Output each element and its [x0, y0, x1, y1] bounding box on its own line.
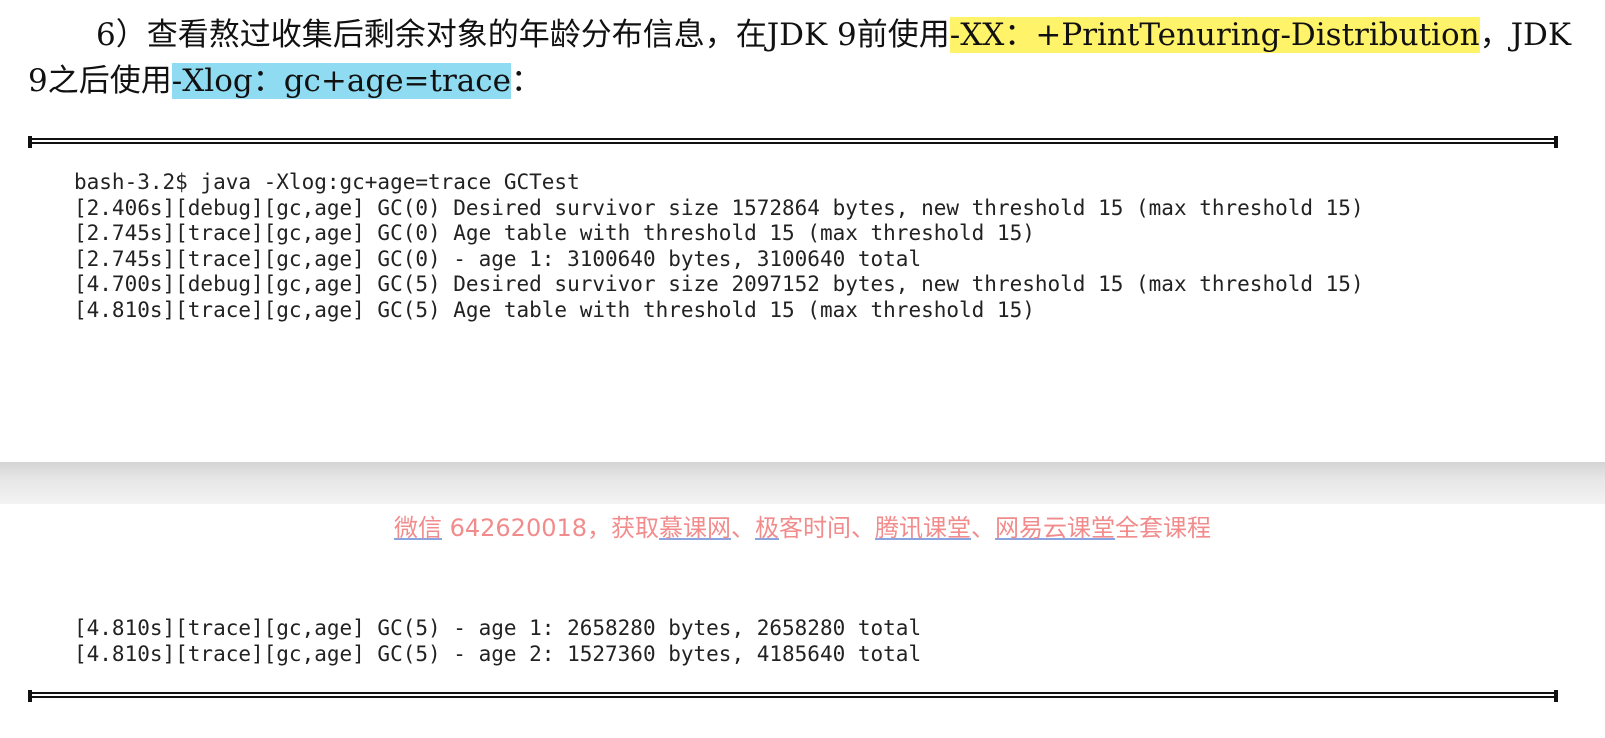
watermark-part: 、	[971, 514, 996, 542]
watermark-part: 642620018，获取	[441, 514, 660, 542]
watermark-part: 、	[731, 514, 756, 542]
code-block-1: bash-3.2$ java -Xlog:gc+age=trace GCTest…	[74, 170, 1364, 323]
watermark-part: 网易云课堂	[995, 514, 1116, 542]
code-line: [4.810s][trace][gc,age] GC(5) - age 2: 1…	[74, 641, 922, 666]
code-line: [4.810s][trace][gc,age] GC(5) - age 1: 2…	[74, 616, 922, 640]
intro-paragraph: 6）查看熬过收集后剩余对象的年龄分布信息，在JDK 9前使用-XX：+Print…	[28, 12, 1588, 104]
paragraph-suffix: ：	[511, 63, 542, 99]
code-line: bash-3.2$ java -Xlog:gc+age=trace GCTest	[74, 170, 580, 194]
code-block-top-rule	[28, 136, 1558, 148]
paragraph-prefix: 6）查看熬过收集后剩余对象的年龄分布信息，在JDK 9前使用	[96, 17, 950, 53]
code-line: [2.745s][trace][gc,age] GC(0) - age 1: 3…	[74, 246, 922, 271]
watermark-part: 全套课程	[1115, 514, 1212, 542]
watermark-text: 微信 642620018，获取慕课网、极客时间、腾讯课堂、网易云课堂全套课程	[0, 508, 1605, 543]
watermark-part: 腾讯课堂	[875, 514, 972, 542]
watermark-part: 微信	[393, 514, 442, 542]
code-line: [2.406s][debug][gc,age] GC(0) Desired su…	[74, 195, 1364, 220]
page-break	[0, 462, 1605, 504]
code-line: [2.745s][trace][gc,age] GC(0) Age table …	[74, 221, 1035, 245]
code-line: [4.700s][debug][gc,age] GC(5) Desired su…	[74, 272, 1364, 296]
watermark-part: 客时间、	[779, 514, 876, 542]
watermark-part: 极	[755, 514, 780, 542]
watermark-part: 慕课网	[659, 514, 732, 542]
code-block-bottom-rule	[28, 690, 1558, 702]
option-old-highlight: -XX：+PrintTenuring-Distribution	[949, 17, 1480, 53]
option-new-highlight: -Xlog：gc+age=trace	[171, 63, 511, 99]
code-line: [4.810s][trace][gc,age] GC(5) Age table …	[74, 297, 1035, 322]
code-block-2: [4.810s][trace][gc,age] GC(5) - age 1: 2…	[74, 616, 921, 667]
